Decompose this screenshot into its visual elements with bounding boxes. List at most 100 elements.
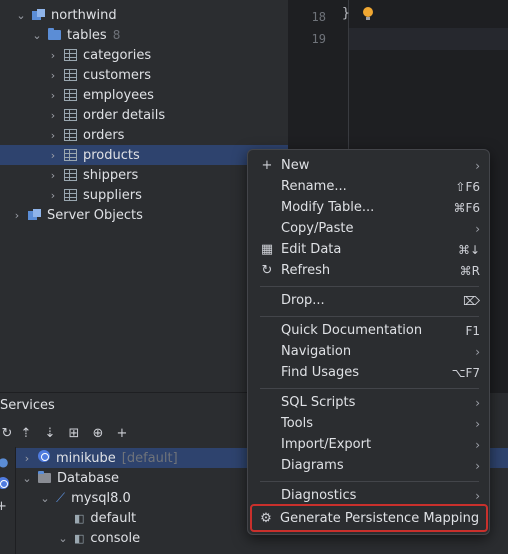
kubernetes-icon[interactable] [0, 477, 9, 493]
chevron-right-icon[interactable]: › [46, 149, 60, 162]
chevron-down-icon[interactable]: ⌄ [30, 29, 44, 42]
tree-node-table[interactable]: › customers [0, 65, 288, 85]
shortcut: F1 [465, 323, 480, 338]
tree-node-table[interactable]: › suppliers [0, 185, 288, 205]
chevron-down-icon[interactable]: ⌄ [14, 9, 28, 22]
shortcut: ⌘R [459, 263, 480, 278]
menu-item-edit-data[interactable]: ▦ Edit Data ⌘↓ [253, 239, 486, 260]
add-service-icon[interactable]: ⊕ [86, 423, 110, 443]
menu-item-label: Tools [281, 416, 314, 431]
menu-item-label: Modify Table... [281, 200, 375, 215]
chevron-right-icon[interactable]: › [46, 69, 60, 82]
menu-item-modify-table[interactable]: Modify Table... ⌘F6 [253, 197, 486, 218]
menu-item-find-usages[interactable]: Find Usages ⌥F7 [253, 362, 486, 383]
menu-item-new[interactable]: + New › [253, 155, 486, 176]
table-icon [64, 49, 77, 61]
table-icon [64, 149, 77, 161]
menu-item-rename[interactable]: Rename... ⇧F6 [253, 176, 486, 197]
menu-item-drop[interactable]: Drop... ⌦ [253, 290, 486, 311]
line-number: 19 [311, 32, 326, 46]
tree-label: categories [83, 47, 152, 63]
menu-item-navigation[interactable]: Navigation › [253, 341, 486, 362]
persistence-mapping-icon: ⚙ [260, 510, 272, 526]
menu-item-diagnostics[interactable]: Diagnostics › [253, 485, 486, 506]
menu-separator [260, 286, 479, 287]
menu-item-import-export[interactable]: Import/Export › [253, 434, 486, 455]
chevron-right-icon: › [475, 158, 480, 173]
menu-item-refresh[interactable]: ↻ Refresh ⌘R [253, 260, 486, 281]
menu-item-sql-scripts[interactable]: SQL Scripts › [253, 392, 486, 413]
chevron-right-icon[interactable]: › [46, 169, 60, 182]
service-label: Database [57, 470, 120, 486]
tree-node-server-objects[interactable]: › Server Objects [0, 205, 288, 225]
chevron-right-icon[interactable]: › [46, 189, 60, 202]
table-icon [64, 189, 77, 201]
tree-node-table[interactable]: › order details [0, 105, 288, 125]
menu-separator [260, 388, 479, 389]
tree-node-table-selected[interactable]: › products [0, 145, 288, 165]
group-icon[interactable]: ⊞ [62, 423, 86, 443]
services-title: Services [0, 398, 55, 413]
chevron-down-icon[interactable]: ⌄ [38, 492, 52, 505]
mysql-icon: ⟋ [56, 490, 66, 506]
chevron-right-icon[interactable]: › [46, 129, 60, 142]
menu-item-label: SQL Scripts [281, 395, 356, 410]
chevron-down-icon[interactable]: ⌄ [20, 472, 34, 485]
tree-node-table[interactable]: › categories [0, 45, 288, 65]
line-number: 18 [311, 10, 326, 24]
tree-node-table[interactable]: › shippers [0, 165, 288, 185]
table-icon [64, 129, 77, 141]
chevron-right-icon[interactable]: › [20, 452, 34, 465]
services-side-toolbar: ● + [0, 447, 16, 554]
lightbulb-icon[interactable] [362, 6, 374, 22]
chevron-down-icon[interactable]: ⌄ [56, 532, 70, 545]
table-icon [64, 69, 77, 81]
menu-item-tools[interactable]: Tools › [253, 413, 486, 434]
menu-item-label: Generate Persistence Mapping [280, 510, 480, 526]
add-icon[interactable]: + [0, 499, 7, 514]
database-icon [32, 9, 45, 21]
add-icon[interactable]: + [110, 423, 134, 443]
chevron-right-icon[interactable]: › [46, 49, 60, 62]
chevron-right-icon[interactable]: › [46, 89, 60, 102]
shortcut: ⌥F7 [451, 365, 480, 380]
tree-label: suppliers [83, 187, 142, 203]
service-label: default [90, 510, 137, 526]
menu-item-copy-paste[interactable]: Copy/Paste › [253, 218, 486, 239]
session-icon: ◧ [74, 531, 85, 545]
chevron-right-icon[interactable]: › [10, 209, 24, 222]
tree-node-table[interactable]: › orders [0, 125, 288, 145]
menu-item-quick-documentation[interactable]: Quick Documentation F1 [253, 320, 486, 341]
chevron-right-icon: › [475, 221, 480, 236]
menu-item-label: Import/Export [281, 437, 372, 452]
menu-item-label: Diagrams [281, 458, 344, 473]
collapse-all-icon[interactable]: ⇣ [38, 423, 62, 443]
shortcut: ⇧F6 [455, 179, 480, 194]
expand-all-icon[interactable]: ⇡ [14, 423, 38, 443]
tree-label: products [83, 147, 140, 163]
tree-node-table[interactable]: › employees [0, 85, 288, 105]
menu-separator [260, 316, 479, 317]
tree-label: shippers [83, 167, 139, 183]
tree-label: order details [83, 107, 166, 123]
refresh-icon[interactable]: ↻ [0, 423, 14, 443]
table-icon [64, 109, 77, 121]
tree-label: northwind [51, 7, 117, 23]
database-tree: ⌄ northwind ⌄ tables 8 › categories › cu… [0, 0, 288, 392]
chevron-right-icon: › [475, 437, 480, 452]
chevron-right-icon: › [475, 344, 480, 359]
tree-label: employees [83, 87, 154, 103]
service-label: console [90, 530, 141, 546]
chevron-right-icon[interactable]: › [46, 109, 60, 122]
menu-item-label: Edit Data [281, 242, 342, 257]
kubernetes-icon [38, 450, 50, 466]
menu-item-label: Quick Documentation [281, 323, 423, 338]
tree-node-northwind[interactable]: ⌄ northwind [0, 5, 288, 25]
menu-item-diagrams[interactable]: Diagrams › [253, 455, 486, 476]
menu-separator [260, 481, 479, 482]
table-grid-icon: ▦ [260, 242, 274, 257]
tree-node-tables[interactable]: ⌄ tables 8 [0, 25, 288, 45]
menu-item-generate-persistence-mapping[interactable]: ⚙ Generate Persistence Mapping [250, 504, 488, 532]
chevron-right-icon: › [475, 458, 480, 473]
run-icon[interactable]: ● [0, 455, 8, 469]
